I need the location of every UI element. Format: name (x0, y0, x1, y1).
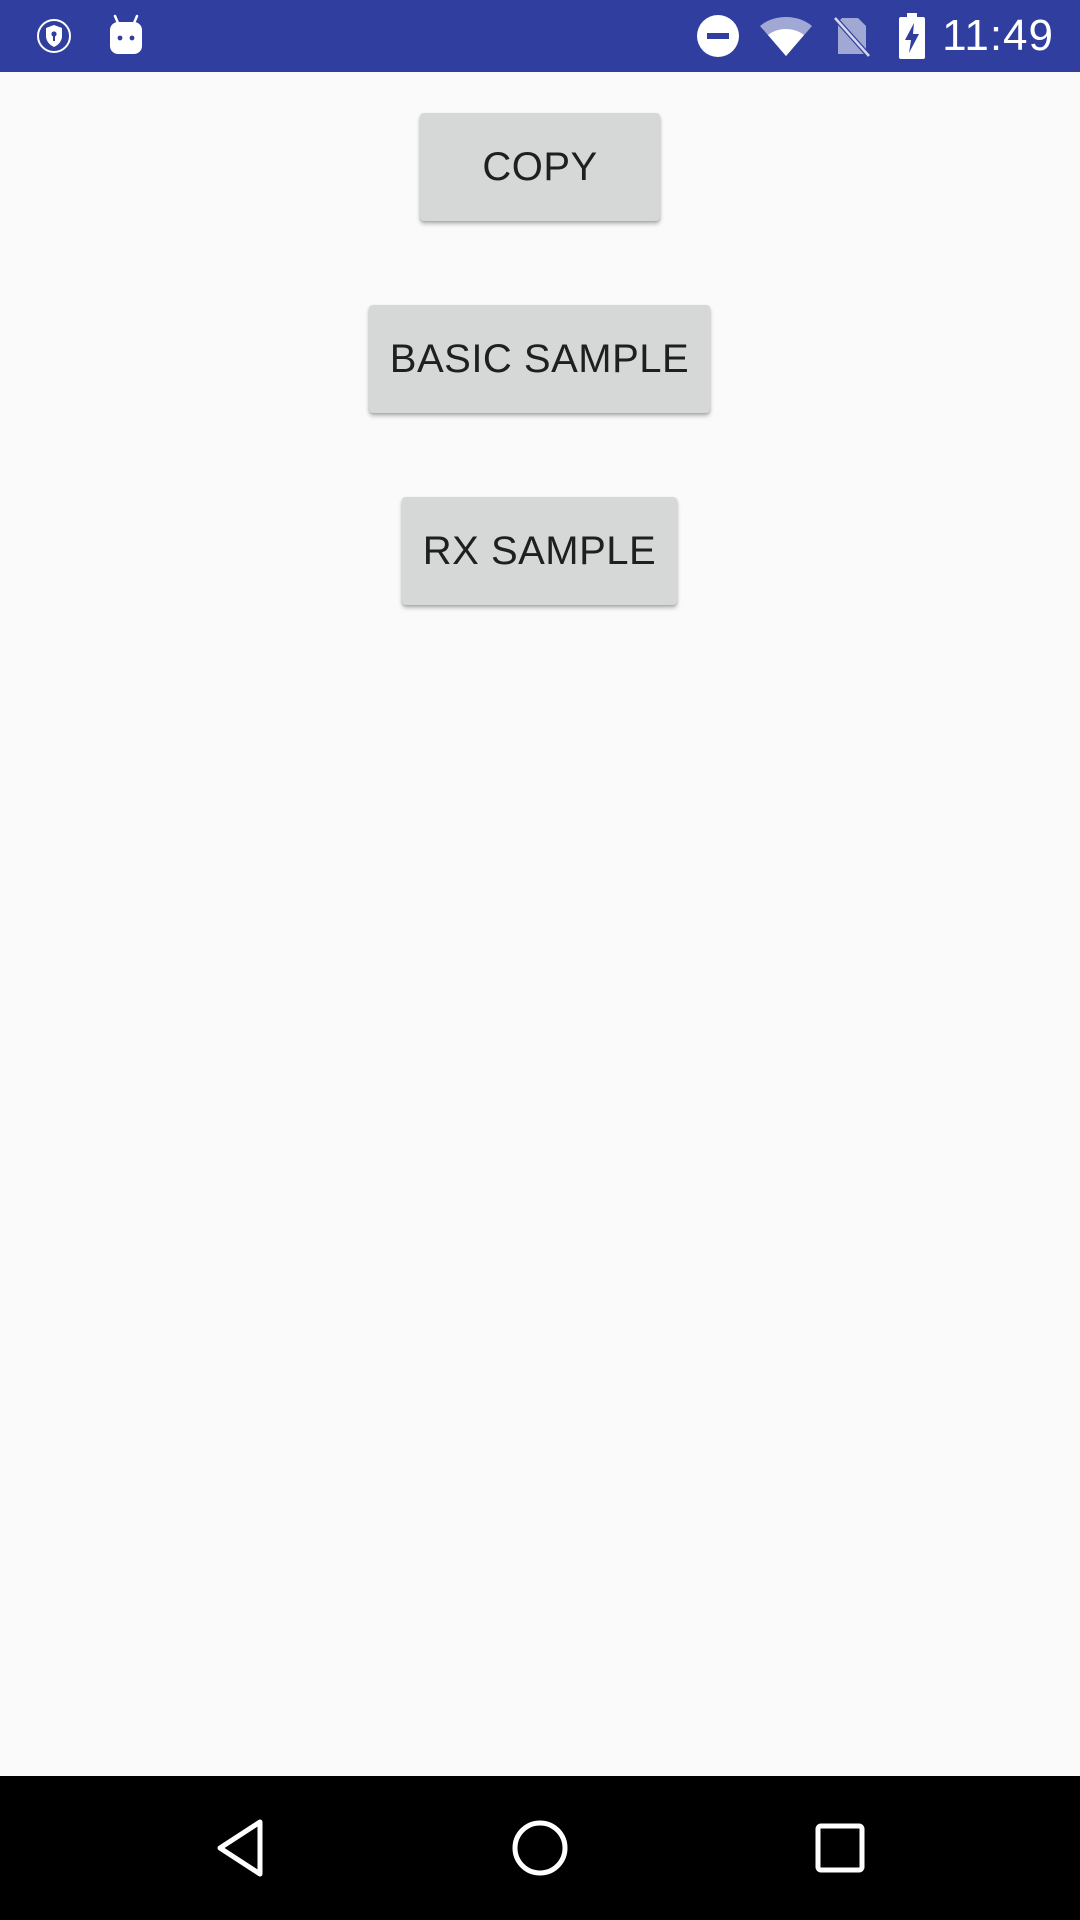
battery-charging-icon (894, 12, 930, 60)
recents-icon[interactable] (790, 1798, 890, 1898)
basic-sample-button[interactable]: BASIC SAMPLE (369, 305, 710, 413)
do-not-disturb-icon (694, 12, 742, 60)
status-bar: 11:49 (0, 0, 1080, 72)
navigation-bar (0, 1776, 1080, 1920)
wifi-icon (756, 12, 816, 60)
back-icon[interactable] (190, 1798, 290, 1898)
rx-sample-button[interactable]: RX SAMPLE (402, 497, 677, 605)
home-icon[interactable] (490, 1798, 590, 1898)
status-time: 11:49 (942, 11, 1054, 60)
copy-button[interactable]: COPY (420, 113, 660, 221)
vpn-shield-icon (30, 12, 78, 60)
android-robot-icon (102, 12, 150, 60)
main-content: COPY BASIC SAMPLE RX SAMPLE (0, 72, 1080, 1776)
no-sim-icon (828, 12, 876, 60)
app-screen: 11:49 COPY BASIC SAMPLE RX SAMPLE (0, 0, 1080, 1920)
